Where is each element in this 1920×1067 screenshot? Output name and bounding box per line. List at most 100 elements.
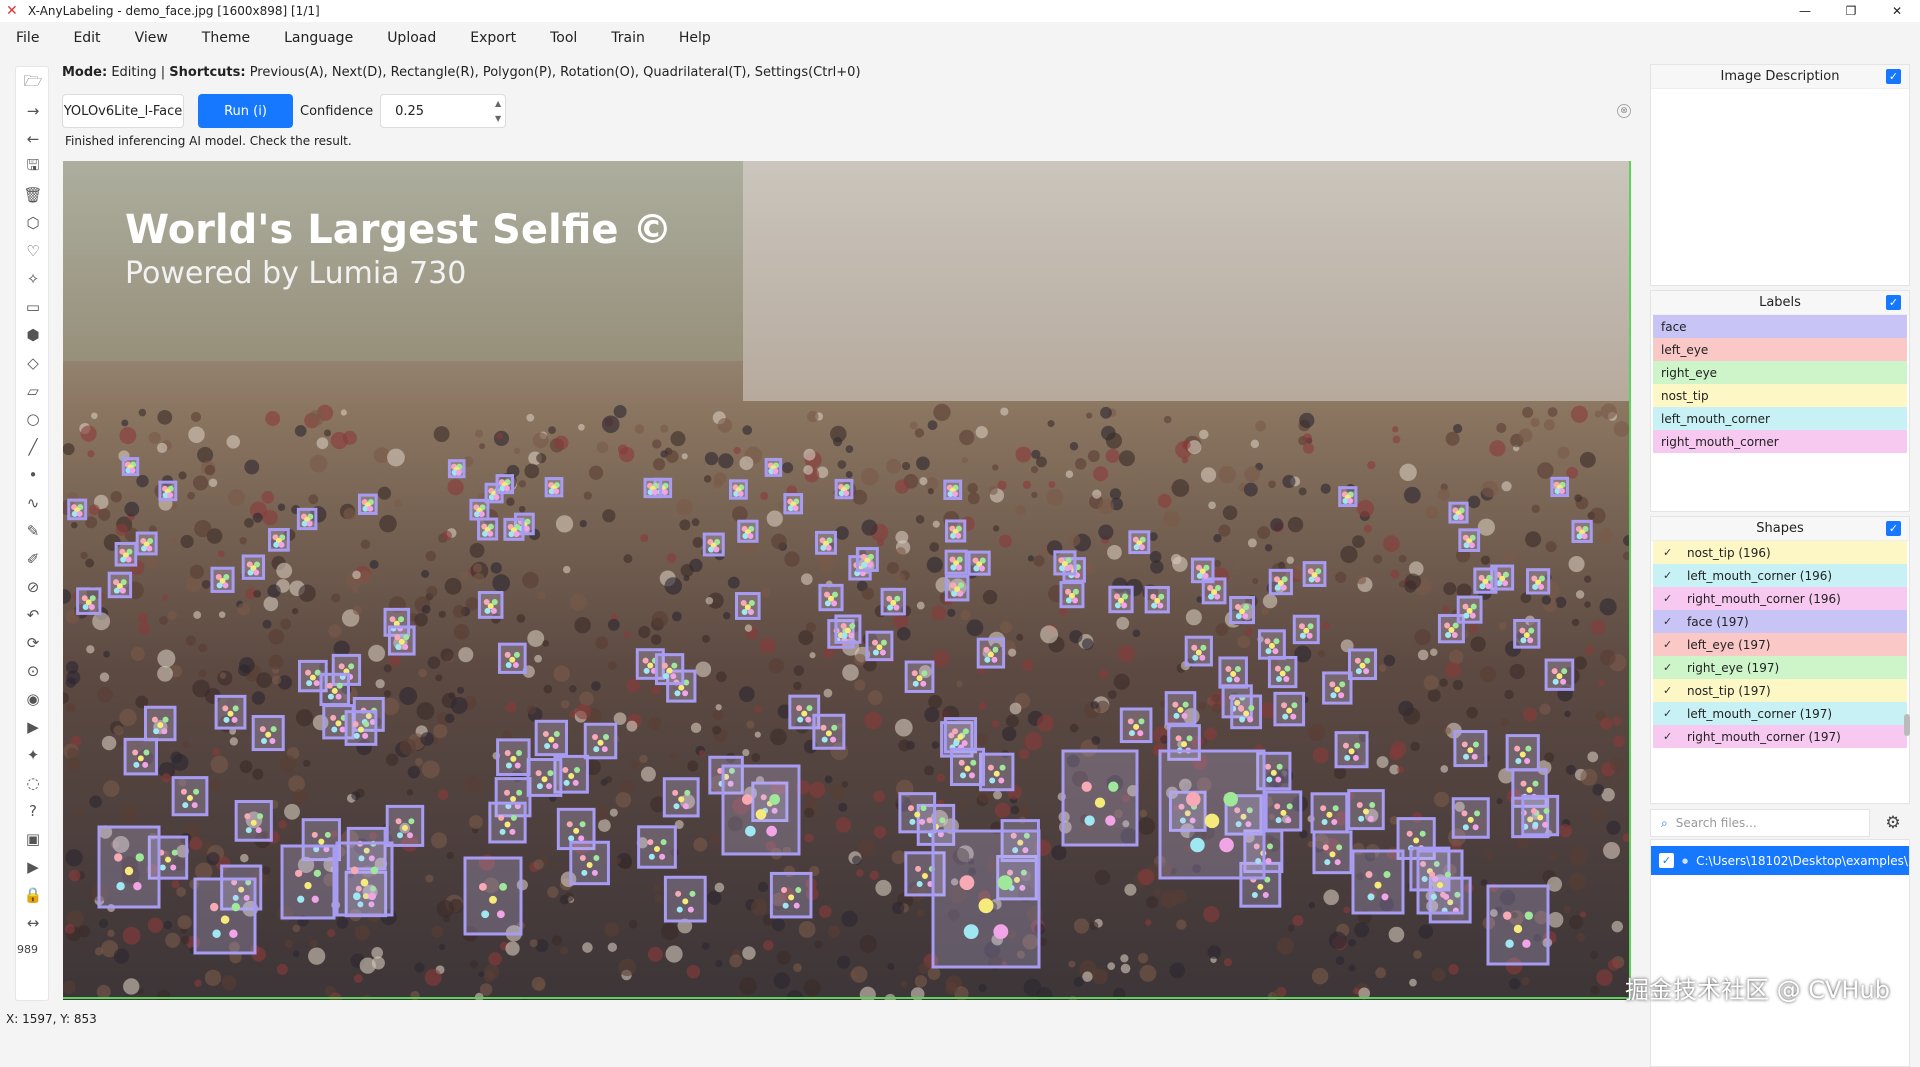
cancel-icon[interactable]: ⊘ (23, 577, 43, 597)
file-item[interactable]: ✓ ● C:\Users\18102\Desktop\examples\ (1651, 846, 1909, 875)
close-button[interactable]: ✕ (1874, 0, 1920, 22)
menu-theme[interactable]: Theme (186, 30, 268, 46)
shape-item[interactable]: ✓ left_mouth_corner (196) (1653, 564, 1907, 587)
maximize-button[interactable]: ❐ (1828, 0, 1874, 22)
shape-checkbox[interactable]: ✓ (1663, 546, 1677, 559)
heart-icon[interactable]: ♡ (23, 241, 43, 261)
undo-icon[interactable]: ↶ (23, 605, 43, 625)
edit-icon[interactable]: ✐ (23, 549, 43, 569)
next-image-icon[interactable]: → (23, 101, 43, 121)
quadrilateral-icon[interactable]: ▱ (23, 381, 43, 401)
left-mouth-point (821, 736, 828, 743)
label-item[interactable]: left_eye (1653, 338, 1907, 361)
annotated-image[interactable]: World's Largest Selfie ©Powered by Lumia… (63, 161, 1631, 1000)
shapes-toggle[interactable]: ✓ (1886, 521, 1901, 536)
shape-item[interactable]: ✓ left_eye (197) (1653, 633, 1907, 656)
gear-icon[interactable]: ⚙ (1882, 812, 1904, 834)
prev-image-icon[interactable]: ← (23, 129, 43, 149)
delete-icon[interactable]: 🗑 (23, 185, 43, 205)
ai-magic-icon[interactable]: ✧ (23, 269, 43, 289)
save-icon[interactable]: 🖫 (23, 156, 43, 177)
label-item[interactable]: nost_tip (1653, 384, 1907, 407)
shape-item[interactable]: ✓ left_mouth_corner (197) (1653, 702, 1907, 725)
line-icon[interactable]: ╱ (23, 437, 43, 457)
right-mouth-point (1233, 676, 1240, 683)
point-icon[interactable]: • (23, 465, 43, 485)
shape-checkbox[interactable]: ✓ (1663, 661, 1677, 674)
model-select[interactable]: YOLOv6Lite_l-Face (62, 94, 184, 128)
shape-checkbox[interactable]: ✓ (1663, 684, 1677, 697)
left-eye-point (389, 616, 396, 623)
right-eye-point (510, 814, 517, 821)
shapes-scrollbar[interactable] (1904, 714, 1910, 736)
polygon-icon[interactable]: ⬡ (23, 213, 43, 233)
menu-export[interactable]: Export (454, 30, 534, 46)
spin-up-icon[interactable]: ▲ (495, 99, 501, 108)
minimize-button[interactable]: — (1782, 0, 1828, 22)
loop-icon[interactable]: ⟳ (23, 633, 43, 653)
circle-icon[interactable]: ○ (23, 409, 43, 429)
shape-checkbox[interactable]: ✓ (1663, 638, 1677, 651)
eye-icon[interactable]: ◉ (23, 689, 43, 709)
shape-checkbox[interactable]: ✓ (1663, 707, 1677, 720)
image-description-toggle[interactable]: ✓ (1886, 69, 1901, 84)
crowd-dot (824, 775, 833, 784)
spin-down-icon[interactable]: ▼ (495, 114, 501, 123)
shape-item[interactable]: ✓ nost_tip (197) (1653, 679, 1907, 702)
crowd-dot (1132, 629, 1141, 638)
menu-help[interactable]: Help (663, 30, 729, 46)
shape-item[interactable]: ✓ right_mouth_corner (197) (1653, 725, 1907, 748)
cube-icon[interactable]: ⬢ (23, 325, 43, 345)
labels-toggle[interactable]: ✓ (1886, 295, 1901, 310)
help-icon[interactable]: ? (23, 801, 43, 821)
image-canvas[interactable]: World's Largest Selfie © Powered by Lumia… (63, 161, 1631, 1000)
label-item[interactable]: left_mouth_corner (1653, 407, 1907, 430)
image-icon[interactable]: ▣ (23, 829, 43, 849)
file-checkbox[interactable]: ✓ (1659, 853, 1674, 868)
shape-checkbox[interactable]: ✓ (1663, 730, 1677, 743)
menu-tool[interactable]: Tool (534, 30, 595, 46)
crowd-dot (1611, 920, 1624, 933)
rotation-icon[interactable]: ◇ (23, 353, 43, 373)
rectangle-icon[interactable]: ▭ (23, 297, 43, 317)
shape-checkbox[interactable]: ✓ (1663, 569, 1677, 582)
left-eye-point (151, 716, 158, 723)
label-item[interactable]: right_mouth_corner (1653, 430, 1907, 453)
menu-edit[interactable]: Edit (57, 30, 118, 46)
label-item[interactable]: right_eye (1653, 361, 1907, 384)
video-icon[interactable]: ▶ (23, 857, 43, 877)
menu-upload[interactable]: Upload (371, 30, 454, 46)
shape-item[interactable]: ✓ face (197) (1653, 610, 1907, 633)
crowd-dot (992, 464, 999, 471)
shape-item[interactable]: ✓ right_mouth_corner (196) (1653, 587, 1907, 610)
brush-icon[interactable]: ✎ (23, 521, 43, 541)
menu-language[interactable]: Language (268, 30, 371, 46)
right-mouth-point (1181, 712, 1188, 719)
confidence-spinbox[interactable]: 0.25 ▲ ▼ (380, 94, 507, 128)
menu-file[interactable]: File (0, 30, 57, 46)
auto-label-icon[interactable]: ⊙ (23, 661, 43, 681)
file-search-input[interactable]: ⌕ Search files... (1650, 809, 1870, 837)
linestrip-icon[interactable]: ∿ (23, 493, 43, 513)
play-icon[interactable]: ▶ (23, 717, 43, 737)
run-button[interactable]: Run (i) (198, 94, 293, 128)
crowd-dot (1335, 571, 1347, 583)
label-item[interactable]: face (1653, 315, 1907, 338)
shape-checkbox[interactable]: ✓ (1663, 615, 1677, 628)
left-eye-point (180, 788, 187, 795)
fit-width-icon[interactable]: ↔ (23, 913, 43, 933)
crowd-dot (1501, 481, 1512, 492)
shape-item[interactable]: ✓ right_eye (197) (1653, 656, 1907, 679)
crowd-dot (961, 457, 968, 464)
menu-view[interactable]: View (119, 30, 186, 46)
crowd-dot (119, 708, 137, 727)
shape-checkbox[interactable]: ✓ (1663, 592, 1677, 605)
lock-icon[interactable]: 🔒 (23, 885, 43, 905)
star-icon[interactable]: ✦ (23, 745, 43, 765)
clear-ai-button[interactable]: ⊗ (1617, 104, 1631, 118)
shape-item[interactable]: ✓ nost_tip (196) (1653, 541, 1907, 564)
chat-icon[interactable]: ◌ (23, 773, 43, 793)
open-folder-icon[interactable]: 🗁 (23, 72, 43, 93)
right-mouth-point (793, 902, 800, 909)
menu-train[interactable]: Train (595, 30, 663, 46)
